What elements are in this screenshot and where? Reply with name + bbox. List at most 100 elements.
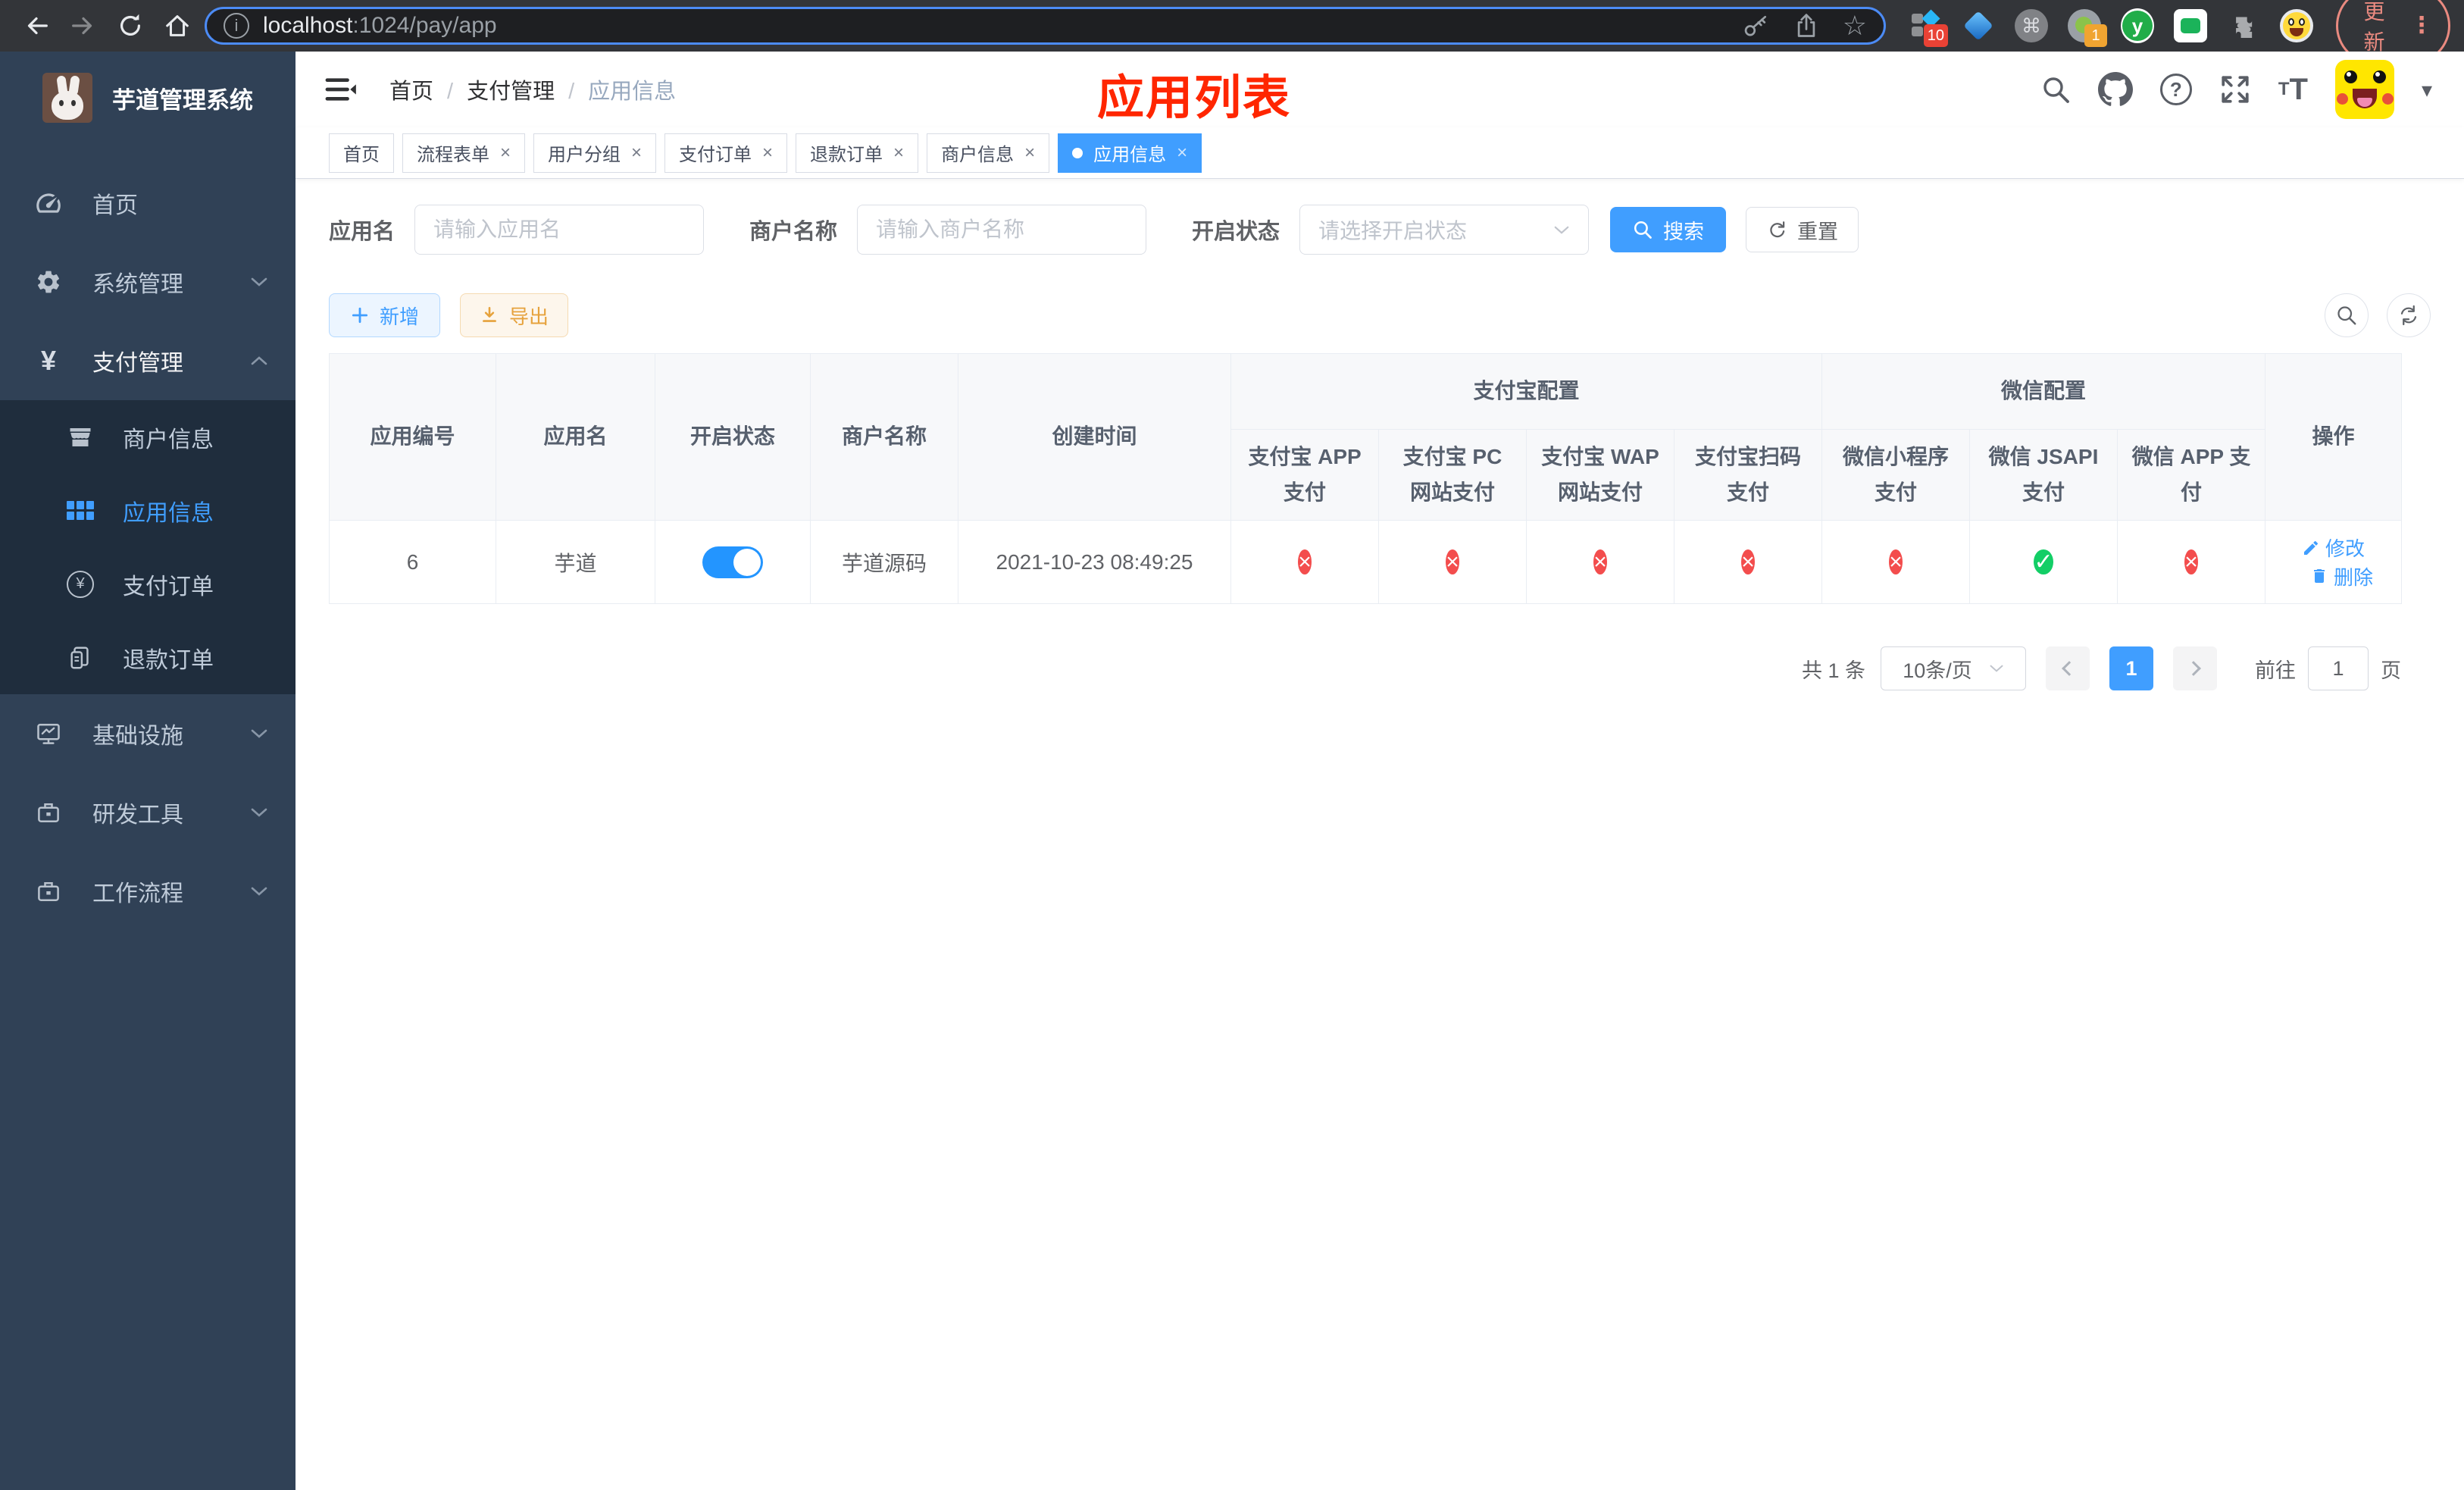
app-name-input[interactable]: [414, 205, 705, 255]
col-wechat-mini: 微信小程序支付: [1821, 429, 1971, 521]
sidebar-item-home[interactable]: 首页: [0, 164, 295, 243]
toggle-search-icon[interactable]: [2325, 293, 2369, 337]
page-number-current[interactable]: 1: [2109, 646, 2153, 690]
reset-button[interactable]: 重置: [1746, 207, 1859, 252]
cell-created: 2021-10-23 08:49:25: [958, 520, 1231, 604]
refresh-table-icon[interactable]: [2387, 293, 2431, 337]
col-actions: 操作: [2265, 353, 2403, 521]
status-circle-wechat-jsapi: ✓: [2034, 549, 2053, 574]
sidebar-item-label: 系统管理: [92, 272, 183, 297]
sidebar-item-workflow[interactable]: 工作流程: [0, 852, 295, 931]
url-host: localhost: [263, 13, 353, 38]
sidebar-item-merchant-info[interactable]: 商户信息: [0, 400, 295, 474]
filter-bar: 应用名 商户名称 开启状态 请选择开启状态 搜索 重置: [329, 205, 2431, 255]
status-select[interactable]: 请选择开启状态: [1299, 205, 1590, 255]
extension-recorder-icon[interactable]: 1: [2068, 9, 2107, 47]
browser-menu-kebab-icon[interactable]: ⋮: [2410, 14, 2433, 37]
share-icon[interactable]: [1793, 12, 1820, 39]
password-key-icon[interactable]: [1743, 12, 1770, 39]
edit-link[interactable]: 修改: [2302, 534, 2365, 562]
font-size-icon[interactable]: TT: [2278, 73, 2308, 107]
fullscreen-icon[interactable]: [2219, 74, 2251, 105]
status-circle-alipay-qr: ×: [1741, 549, 1755, 574]
close-icon[interactable]: ×: [631, 143, 642, 162]
extension-sidekick-icon[interactable]: 10: [1909, 9, 1948, 47]
close-icon[interactable]: ×: [893, 143, 904, 162]
sidebar-item-app-info[interactable]: 应用信息: [0, 474, 295, 547]
sidebar-item-dev-tools[interactable]: 研发工具: [0, 773, 295, 852]
sidebar-fold-icon[interactable]: [324, 76, 356, 103]
trash-icon: [2314, 569, 2325, 583]
tag-pay-order[interactable]: 支付订单 ×: [664, 133, 788, 173]
col-wechat-jsapi: 微信 JSAPI 支付: [1969, 429, 2118, 521]
search-icon[interactable]: [2040, 74, 2071, 105]
breadcrumb-home[interactable]: 首页: [389, 74, 433, 105]
reload-icon[interactable]: [111, 6, 150, 45]
help-icon[interactable]: ?: [2159, 74, 2192, 105]
avatar-caret-icon[interactable]: ▾: [2422, 77, 2432, 102]
tag-refund-order[interactable]: 退款订单 ×: [796, 133, 919, 173]
extensions-puzzle-icon[interactable]: [2227, 9, 2260, 42]
sidebar-item-system[interactable]: 系统管理: [0, 243, 295, 321]
col-alipay-qr: 支付宝扫码支付: [1673, 429, 1823, 521]
tag-home[interactable]: 首页: [329, 133, 394, 173]
close-icon[interactable]: ×: [762, 143, 773, 162]
home-icon[interactable]: [158, 6, 197, 45]
pagination: 共 1 条 10条/页 1 前往 页: [329, 646, 2401, 690]
prev-page-button[interactable]: [2046, 646, 2090, 690]
total-count: 共 1 条: [1801, 659, 1865, 682]
status-circle-alipay-app: ×: [1298, 549, 1312, 574]
search-button[interactable]: 搜索: [1610, 207, 1727, 252]
tag-process-form[interactable]: 流程表单 ×: [402, 133, 526, 173]
app-title: 芋道管理系统: [112, 86, 253, 114]
sidebar-item-refund-orders[interactable]: 退款订单: [0, 621, 295, 694]
bookmark-star-icon[interactable]: ☆: [1843, 12, 1867, 39]
tag-user-group[interactable]: 用户分组 ×: [533, 133, 657, 173]
next-page-button[interactable]: [2173, 646, 2217, 690]
pencil-icon: [2304, 540, 2319, 555]
apps-table: 应用编号 应用名 开启状态 商户名称 创建时间 支付宝配置 微信配置 操作 支付…: [329, 353, 2403, 604]
extension-emoji-icon[interactable]: [2280, 9, 2313, 42]
url-actions: ☆: [1743, 12, 1867, 39]
sidebar-item-label: 应用信息: [123, 500, 214, 526]
col-alipay-wap: 支付宝 WAP 网站支付: [1526, 429, 1674, 521]
merchant-name-input[interactable]: [857, 205, 1147, 255]
sidebar-item-infrastructure[interactable]: 基础设施: [0, 694, 295, 773]
col-app-id: 应用编号: [329, 353, 496, 521]
main-area: 首页 支付管理 应用信息 应用列表 ? TT: [295, 52, 2464, 1490]
store-icon: [65, 424, 95, 451]
goto-page-input[interactable]: [2308, 646, 2369, 690]
avatar[interactable]: [2334, 60, 2394, 119]
table-toolbar: 新增 导出: [329, 293, 2431, 338]
url-bar[interactable]: i localhost:1024/pay/app ☆: [205, 7, 1886, 45]
extension-chat-icon[interactable]: [2174, 9, 2207, 42]
delete-link[interactable]: 删除: [2310, 562, 2373, 590]
back-icon[interactable]: [17, 6, 56, 45]
close-icon[interactable]: ×: [500, 143, 511, 162]
tag-app-info[interactable]: 应用信息 ×: [1058, 133, 1202, 173]
export-button[interactable]: 导出: [460, 293, 569, 337]
extension-kite-icon[interactable]: [1962, 9, 1995, 42]
extension-command-icon[interactable]: ⌘: [2015, 9, 2048, 42]
search-icon: [1634, 221, 1652, 239]
sidebar-item-payment[interactable]: ¥ 支付管理: [0, 321, 295, 400]
app-logo[interactable]: 芋道管理系统: [0, 52, 295, 144]
download-icon: [483, 306, 496, 322]
forward-icon[interactable]: [64, 6, 103, 45]
close-icon[interactable]: ×: [1177, 143, 1187, 162]
col-app-name: 应用名: [496, 353, 655, 521]
github-icon[interactable]: [2097, 72, 2133, 107]
site-info-icon[interactable]: i: [224, 13, 249, 39]
sidebar-item-pay-orders[interactable]: ¥ 支付订单: [0, 547, 295, 621]
sidebar-item-label: 工作流程: [92, 881, 183, 906]
plus-icon: [352, 307, 368, 324]
enable-toggle[interactable]: [702, 546, 763, 578]
sidebar-item-label: 研发工具: [92, 803, 183, 828]
breadcrumb-payment[interactable]: 支付管理: [433, 74, 555, 105]
status-circle-alipay-wap: ×: [1593, 549, 1607, 574]
add-button[interactable]: 新增: [329, 293, 441, 337]
page-size-select[interactable]: 10条/页: [1881, 646, 2026, 690]
extension-y-icon[interactable]: y: [2121, 8, 2154, 43]
tag-merchant-info[interactable]: 商户信息 ×: [927, 133, 1050, 173]
close-icon[interactable]: ×: [1024, 143, 1035, 162]
